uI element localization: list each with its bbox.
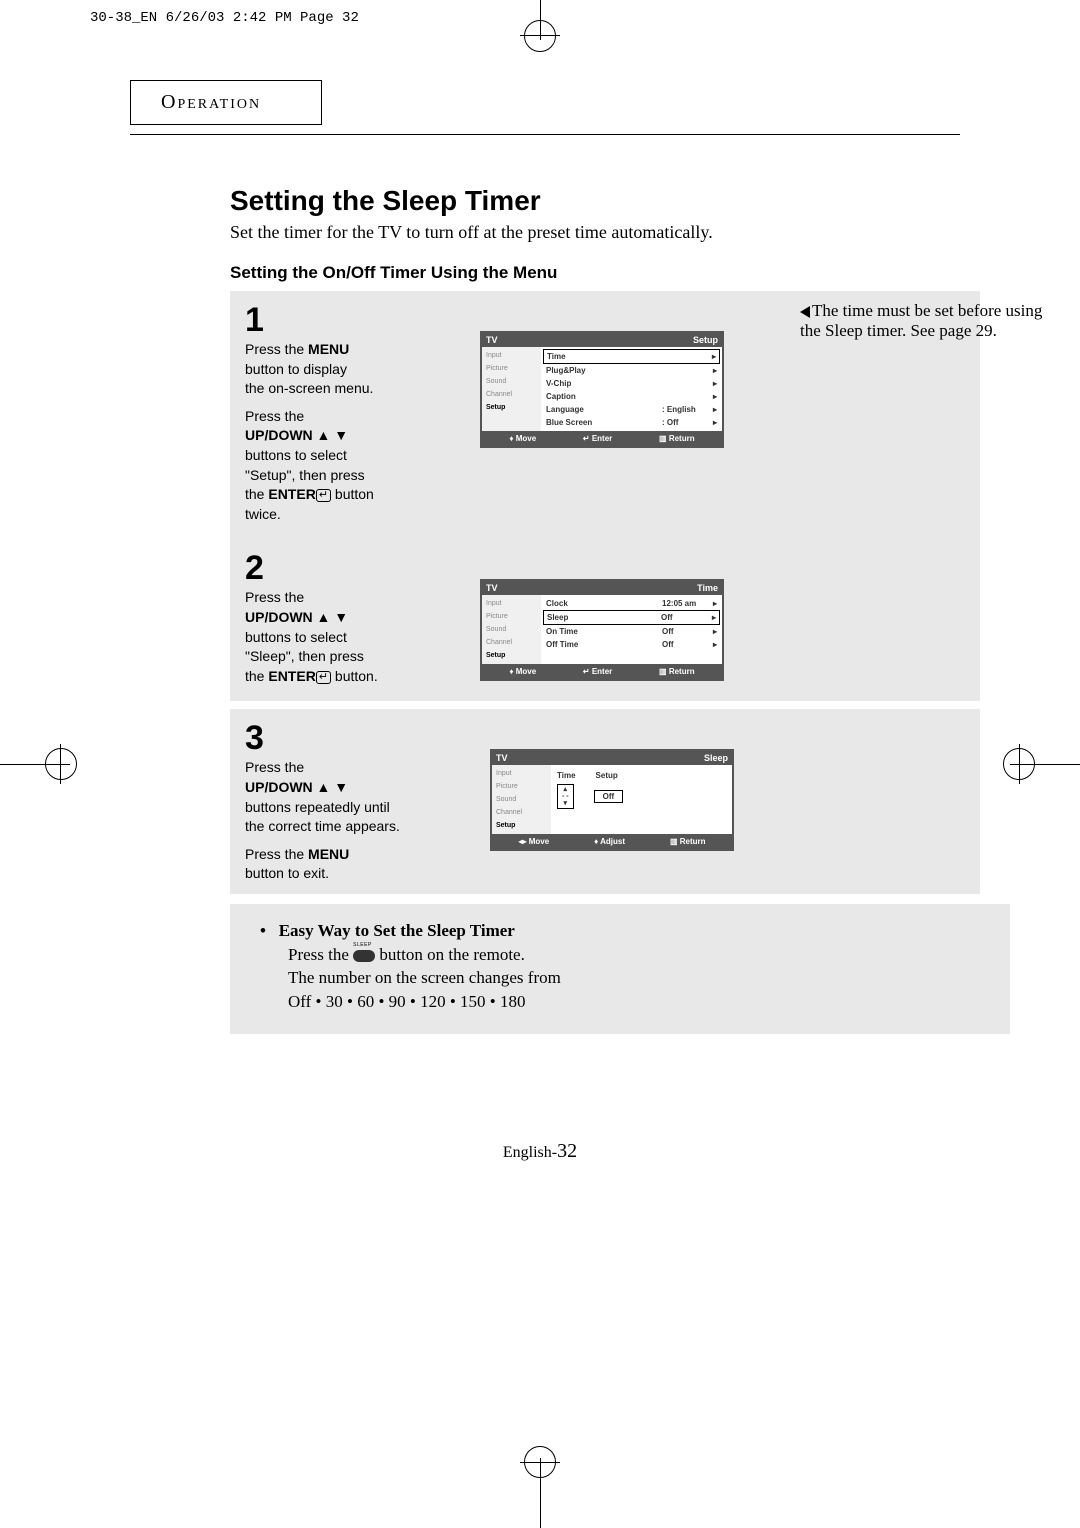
page-footer: English-32 — [0, 1140, 1080, 1163]
step-1-text: Press the MENU button to display the on-… — [245, 340, 470, 524]
easy-way-box: • Easy Way to Set the Sleep Timer Press … — [230, 904, 1010, 1034]
osd-screenshot-2: TV Time Input Picture Sound Channel Setu… — [480, 579, 724, 681]
section-label-box: Operation — [130, 80, 322, 125]
step-2-text: Press the UP/DOWN ▲ ▼ buttons to select … — [245, 588, 470, 686]
print-header: 30-38_EN 6/26/03 2:42 PM Page 32 — [90, 10, 359, 26]
osd1-sidebar: Input Picture Sound Channel Setup — [482, 347, 541, 431]
easy-title: Easy Way to Set the Sleep Timer — [279, 921, 515, 940]
side-note-text: The time must be set before using the Sl… — [800, 301, 1042, 340]
step-3-number: 3 — [245, 719, 285, 758]
step-3: 3 Press the UP/DOWN ▲ ▼ buttons repeated… — [245, 719, 965, 884]
osd-screenshot-3: TV Sleep Input Picture Sound Channel Set… — [490, 749, 734, 851]
steps-box-1: The time must be set before using the Sl… — [230, 291, 980, 701]
step-3-text: Press the UP/DOWN ▲ ▼ buttons repeatedly… — [245, 758, 480, 884]
horizontal-rule — [130, 134, 960, 135]
osd1-main: Time▸ Plug&Play▸ V-Chip▸ Caption▸ Langua… — [541, 347, 722, 431]
osd3-category: Sleep — [704, 753, 728, 763]
osd3-main: Time Setup ▴ - - ▾ Off — [551, 765, 732, 834]
step-2-number: 2 — [245, 549, 285, 588]
side-note: The time must be set before using the Sl… — [800, 301, 1050, 341]
step-1-number: 1 — [245, 301, 285, 340]
osd2-main: Clock12:05 am▸ SleepOff▸ On TimeOff▸ Off… — [541, 595, 722, 664]
osd3-title: TV — [496, 753, 508, 763]
osd-screenshot-1: TV Setup Input Picture Sound Channel Set… — [480, 331, 724, 448]
osd1-category: Setup — [693, 335, 718, 345]
subheading: Setting the On/Off Timer Using the Menu — [230, 263, 960, 283]
osd2-title: TV — [486, 583, 498, 593]
intro-text: Set the timer for the TV to turn off at … — [230, 222, 960, 243]
osd2-category: Time — [697, 583, 718, 593]
up-down-arrows-icon: ▲ ▼ — [313, 427, 349, 443]
enter-icon: ↵ — [316, 489, 331, 502]
up-down-arrows-icon: ▲ ▼ — [313, 609, 349, 625]
osd1-title: TV — [486, 335, 498, 345]
section-label: Operation — [161, 91, 261, 113]
triangle-left-icon — [800, 306, 810, 318]
osd2-sidebar: Input Picture Sound Channel Setup — [482, 595, 541, 664]
osd3-sidebar: Input Picture Sound Channel Setup — [492, 765, 551, 834]
step-2: 2 Press the UP/DOWN ▲ ▼ buttons to selec… — [245, 549, 965, 686]
up-down-arrows-icon: ▲ ▼ — [313, 779, 349, 795]
steps-box-2: 3 Press the UP/DOWN ▲ ▼ buttons repeated… — [230, 709, 980, 894]
enter-icon: ↵ — [316, 671, 331, 684]
page-title: Setting the Sleep Timer — [230, 185, 960, 217]
sleep-button-icon — [353, 950, 375, 962]
